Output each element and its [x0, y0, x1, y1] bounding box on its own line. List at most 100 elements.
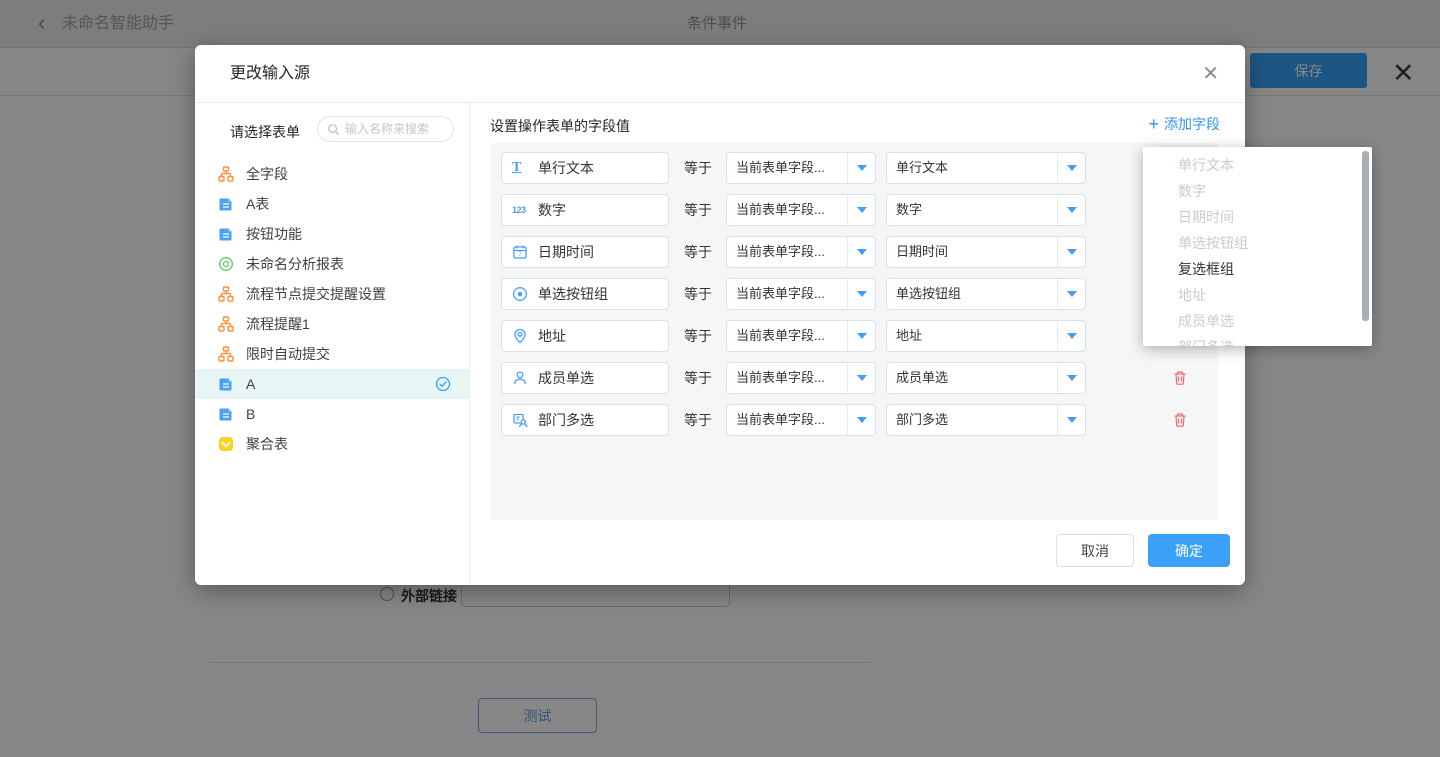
sidebar-item-form-a-table[interactable]: A表: [195, 189, 469, 219]
source-select-value: 当前表单字段...: [727, 279, 847, 309]
field-row: 地址 等于 当前表单字段... 地址: [501, 320, 1207, 352]
cancel-button[interactable]: 取消: [1056, 534, 1134, 567]
dropdown-item-single-line-text: 单行文本: [1143, 152, 1372, 178]
sidebar-item-flow-node-reminder[interactable]: 流程节点提交提醒设置: [195, 279, 469, 309]
source-select[interactable]: 当前表单字段...: [726, 404, 876, 436]
sidebar-label: 请选择表单: [230, 122, 300, 142]
field-row: T 单行文本 等于 当前表单字段... 单行文本: [501, 152, 1207, 184]
field-name-box[interactable]: 地址: [501, 320, 669, 352]
source-select[interactable]: 当前表单字段...: [726, 194, 876, 226]
field-row: 123 数字 等于 当前表单字段... 数字: [501, 194, 1207, 226]
dropdown-item-address: 地址: [1143, 282, 1372, 308]
source-select[interactable]: 当前表单字段...: [726, 152, 876, 184]
dropdown-item-checkbox-group[interactable]: 复选框组: [1143, 256, 1372, 282]
dropdown-item-number: 数字: [1143, 178, 1372, 204]
delete-row-icon[interactable]: [1172, 370, 1188, 386]
sidebar-item-aggregate-table[interactable]: 聚合表: [195, 429, 469, 459]
field-name-box[interactable]: 部门多选: [501, 404, 669, 436]
address-icon: [512, 328, 530, 344]
field-row: 部门多选 等于 当前表单字段... 部门多选: [501, 404, 1207, 436]
dropdown-scrollbar[interactable]: [1362, 151, 1369, 321]
radio-group-icon: [512, 286, 530, 302]
sidebar-item-flow-reminder-1[interactable]: 流程提醒1: [195, 309, 469, 339]
field-name: 单选按钮组: [538, 284, 608, 304]
operator-label: 等于: [684, 362, 712, 394]
member-icon: [512, 370, 530, 386]
modal-title: 更改输入源: [230, 45, 310, 103]
source-select[interactable]: 当前表单字段...: [726, 362, 876, 394]
source-select-value: 当前表单字段...: [727, 237, 847, 267]
chevron-down-icon: [1057, 405, 1085, 435]
field-row: 7 日期时间 等于 当前表单字段... 日期时间: [501, 236, 1207, 268]
sidebar-item-label: 限时自动提交: [246, 344, 330, 364]
sidebar-item-unnamed-report[interactable]: 未命名分析报表: [195, 249, 469, 279]
sidebar-item-form-b[interactable]: B: [195, 399, 469, 429]
modal-close-icon[interactable]: ✕: [1202, 63, 1219, 85]
form-icon: [218, 376, 234, 392]
sidebar-item-button-function[interactable]: 按钮功能: [195, 219, 469, 249]
value-select[interactable]: 数字: [886, 194, 1086, 226]
field-name-box[interactable]: 7 日期时间: [501, 236, 669, 268]
field-name: 成员单选: [538, 368, 594, 388]
sidebar-item-all-fields[interactable]: 全字段: [195, 159, 469, 189]
sidebar-item-timed-auto-submit[interactable]: 限时自动提交: [195, 339, 469, 369]
field-name: 地址: [538, 326, 566, 346]
value-select-value: 单行文本: [887, 153, 1057, 183]
add-field-label: 添加字段: [1164, 114, 1220, 134]
chevron-down-icon: [847, 237, 875, 267]
sidebar-item-label: 全字段: [246, 164, 288, 184]
value-select-value: 部门多选: [887, 405, 1057, 435]
chevron-down-icon: [1057, 363, 1085, 393]
value-select[interactable]: 单行文本: [886, 152, 1086, 184]
dropdown-item-department-multi: 部门多选: [1143, 334, 1372, 346]
flow-icon: [218, 166, 234, 182]
value-select[interactable]: 日期时间: [886, 236, 1086, 268]
value-select[interactable]: 单选按钮组: [886, 278, 1086, 310]
search-input[interactable]: [345, 122, 445, 136]
form-icon: [218, 226, 234, 242]
value-select-value: 日期时间: [887, 237, 1057, 267]
panel-title: 设置操作表单的字段值: [490, 116, 630, 136]
source-select[interactable]: 当前表单字段...: [726, 278, 876, 310]
confirm-button[interactable]: 确定: [1148, 534, 1230, 567]
search-icon: [327, 123, 340, 136]
value-select-value: 地址: [887, 321, 1057, 351]
number-icon: 123: [512, 202, 530, 218]
field-name-box[interactable]: 成员单选: [501, 362, 669, 394]
plus-icon: +: [1148, 115, 1159, 133]
sidebar-item-label: 按钮功能: [246, 224, 302, 244]
sidebar-item-form-a[interactable]: A: [195, 369, 469, 399]
chevron-down-icon: [847, 153, 875, 183]
value-select-value: 数字: [887, 195, 1057, 225]
field-name-box[interactable]: 123 数字: [501, 194, 669, 226]
delete-row-icon[interactable]: [1172, 412, 1188, 428]
field-name-box[interactable]: T 单行文本: [501, 152, 669, 184]
search-input-wrapper: [317, 116, 454, 142]
value-select-value: 成员单选: [887, 363, 1057, 393]
value-select[interactable]: 成员单选: [886, 362, 1086, 394]
operator-label: 等于: [684, 194, 712, 226]
check-circle-icon: [435, 376, 451, 392]
field-name-box[interactable]: 单选按钮组: [501, 278, 669, 310]
dropdown-item-datetime: 日期时间: [1143, 204, 1372, 230]
field-rows-panel: T 单行文本 等于 当前表单字段... 单行文本 123: [490, 143, 1218, 520]
field-row: 单选按钮组 等于 当前表单字段... 单选按钮组: [501, 278, 1207, 310]
source-select-value: 当前表单字段...: [727, 195, 847, 225]
form-select-sidebar: 请选择表单 全字段 A表 按钮功能: [195, 103, 470, 584]
flow-icon: [218, 286, 234, 302]
chevron-down-icon: [847, 405, 875, 435]
svg-text:7: 7: [518, 251, 522, 258]
value-select-value: 单选按钮组: [887, 279, 1057, 309]
chevron-down-icon: [1057, 279, 1085, 309]
source-select[interactable]: 当前表单字段...: [726, 320, 876, 352]
operator-label: 等于: [684, 404, 712, 436]
value-select[interactable]: 地址: [886, 320, 1086, 352]
add-field-button[interactable]: + 添加字段: [1148, 114, 1220, 134]
field-name: 部门多选: [538, 410, 594, 430]
value-select[interactable]: 部门多选: [886, 404, 1086, 436]
source-select[interactable]: 当前表单字段...: [726, 236, 876, 268]
dropdown-item-member-single: 成员单选: [1143, 308, 1372, 334]
field-name: 单行文本: [538, 158, 594, 178]
modal-header: 更改输入源 ✕: [195, 45, 1245, 103]
chevron-down-icon: [847, 321, 875, 351]
